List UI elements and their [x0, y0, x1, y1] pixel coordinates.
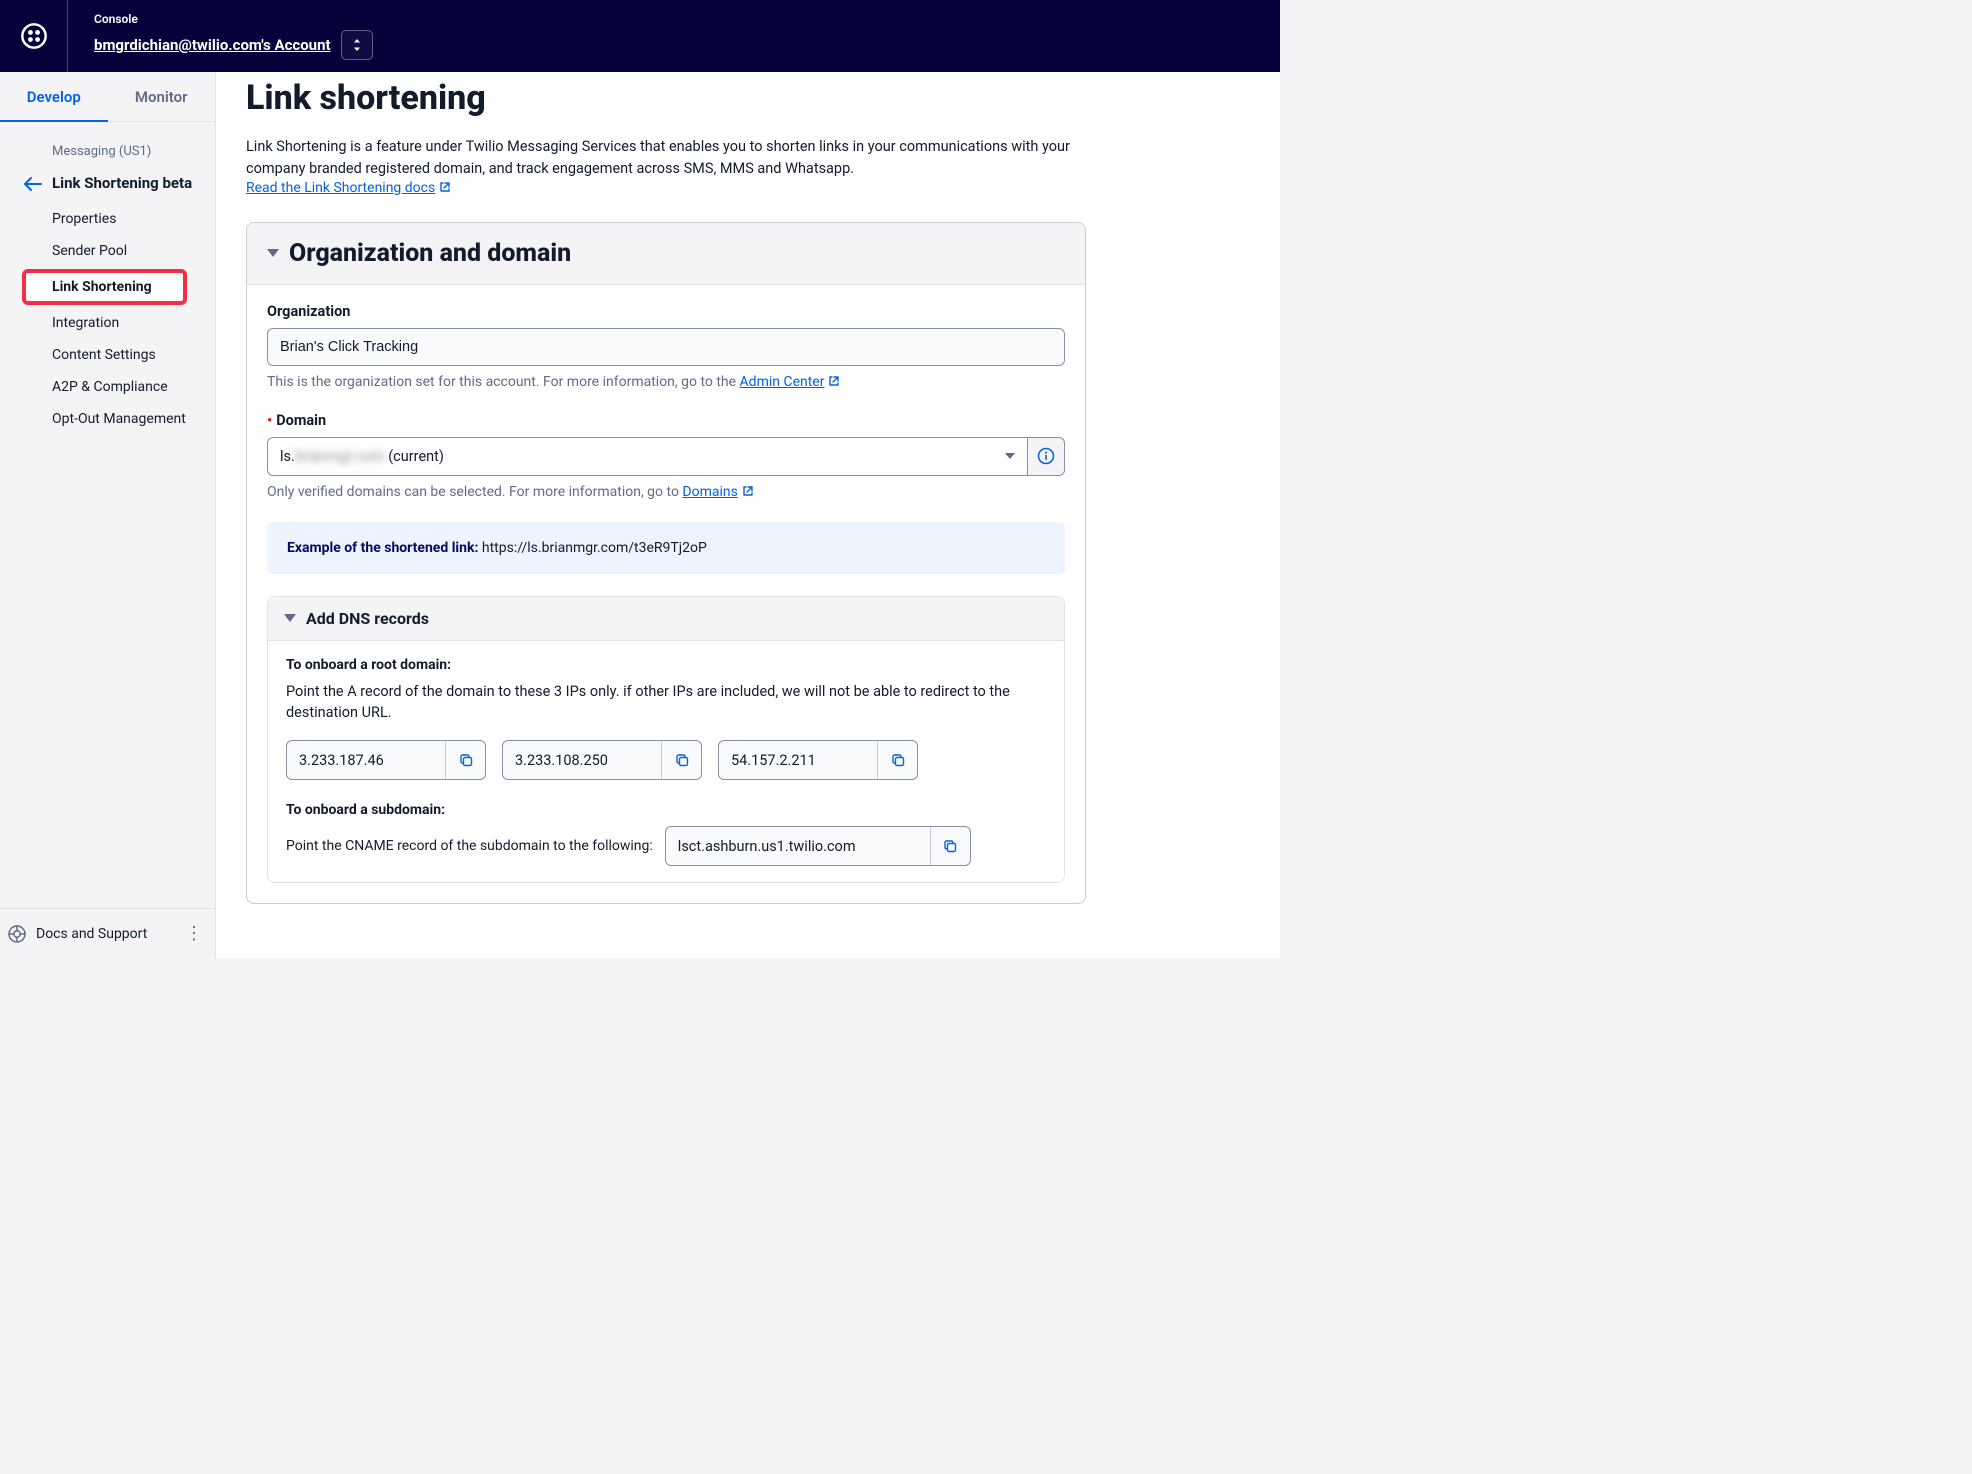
more-menu-icon[interactable]: ⋮ — [185, 923, 203, 944]
domains-link[interactable]: Domains — [682, 484, 753, 500]
root-domain-text: Point the A record of the domain to thes… — [286, 681, 1046, 725]
example-link-box: Example of the shortened link: https://l… — [267, 522, 1065, 574]
cname-value: lsct.ashburn.us1.twilio.com — [666, 838, 930, 855]
subdomain-heading: To onboard a subdomain: — [286, 802, 1046, 818]
dns-records-heading: Add DNS records — [306, 609, 429, 628]
cname-box: lsct.ashburn.us1.twilio.com — [665, 826, 971, 866]
org-domain-header[interactable]: Organization and domain — [247, 223, 1085, 285]
sidebar-item-integration[interactable]: Integration — [0, 307, 215, 339]
ip-row: 3.233.187.46 3.233.108.250 54.157.2.211 — [286, 740, 1046, 780]
external-link-icon — [742, 485, 754, 497]
sidebar-title: Link Shortening beta — [52, 173, 192, 193]
sidebar-item-link-shortening[interactable]: Link Shortening — [22, 269, 187, 305]
domain-help: Only verified domains can be selected. F… — [267, 484, 1065, 500]
page-title: Link shortening — [246, 78, 1250, 118]
copy-button[interactable] — [877, 741, 917, 779]
sidebar-item-properties[interactable]: Properties — [0, 203, 215, 235]
domain-label: •Domain — [267, 412, 1065, 429]
ip-box-3: 54.157.2.211 — [718, 740, 918, 780]
chevron-down-icon — [1005, 453, 1015, 459]
account-link[interactable]: bmgrdichian@twilio.com's Account — [94, 36, 331, 54]
org-domain-card: Organization and domain Organization Thi… — [246, 222, 1086, 905]
collapse-icon — [284, 614, 296, 622]
sidebar: Develop Monitor Messaging (US1) Link Sho… — [0, 72, 216, 958]
org-domain-heading: Organization and domain — [289, 239, 571, 268]
sidebar-items: Properties Sender Pool Link Shortening I… — [0, 203, 215, 435]
topbar: Console bmgrdichian@twilio.com's Account — [0, 0, 1280, 72]
sidebar-tabs: Develop Monitor — [0, 72, 215, 122]
ip-box-2: 3.233.108.250 — [502, 740, 702, 780]
tab-develop[interactable]: Develop — [0, 72, 108, 122]
organization-input[interactable] — [267, 328, 1065, 366]
domain-info-button[interactable] — [1027, 437, 1065, 476]
sidebar-item-content-settings[interactable]: Content Settings — [0, 339, 215, 371]
sidebar-item-opt-out[interactable]: Opt-Out Management — [0, 403, 215, 435]
external-link-icon — [439, 181, 451, 193]
sidebar-item-a2p-compliance[interactable]: A2P & Compliance — [0, 371, 215, 403]
back-arrow-icon[interactable] — [24, 177, 42, 191]
twilio-logo[interactable] — [0, 0, 68, 72]
external-link-icon — [828, 375, 840, 387]
account-switcher[interactable] — [341, 30, 373, 60]
organization-label: Organization — [267, 303, 1065, 320]
subdomain-text: Point the CNAME record of the subdomain … — [286, 838, 653, 854]
support-icon — [8, 925, 26, 943]
admin-center-link[interactable]: Admin Center — [740, 374, 841, 390]
dns-records-card: Add DNS records To onboard a root domain… — [267, 596, 1065, 884]
example-value: https://ls.brianmgr.com/t3eR9Tj2oP — [482, 540, 707, 556]
copy-button[interactable] — [930, 827, 970, 865]
page-intro: Link Shortening is a feature under Twili… — [246, 136, 1076, 180]
main-content: Link shortening Link Shortening is a fea… — [216, 72, 1280, 958]
tab-monitor[interactable]: Monitor — [108, 72, 216, 122]
ip-value: 3.233.187.46 — [287, 752, 445, 769]
account-area: Console bmgrdichian@twilio.com's Account — [68, 12, 373, 60]
console-label: Console — [94, 12, 373, 26]
root-domain-heading: To onboard a root domain: — [286, 657, 1046, 673]
organization-help: This is the organization set for this ac… — [267, 374, 1065, 390]
dns-records-header[interactable]: Add DNS records — [268, 597, 1064, 641]
example-label: Example of the shortened link: — [287, 540, 482, 556]
ip-value: 3.233.108.250 — [503, 752, 661, 769]
docs-link[interactable]: Read the Link Shortening docs — [246, 180, 451, 196]
ip-box-1: 3.233.187.46 — [286, 740, 486, 780]
copy-button[interactable] — [445, 741, 485, 779]
copy-button[interactable] — [661, 741, 701, 779]
sidebar-item-sender-pool[interactable]: Sender Pool — [0, 235, 215, 267]
ip-value: 54.157.2.211 — [719, 752, 877, 769]
domain-select[interactable]: ls.brianmgr.com (current) — [267, 437, 1027, 476]
sidebar-breadcrumb: Messaging (US1) — [0, 144, 215, 159]
docs-support-link[interactable]: Docs and Support — [36, 926, 147, 942]
collapse-icon — [267, 249, 279, 257]
